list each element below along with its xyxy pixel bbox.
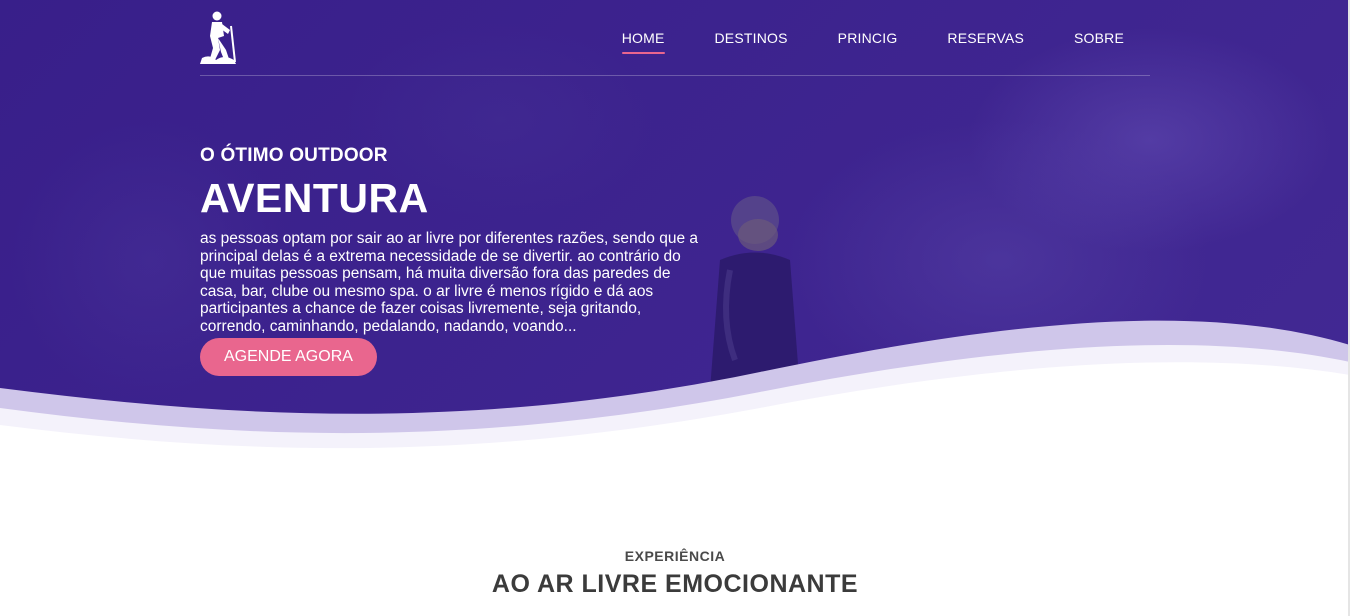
hero-title: AVENTURA <box>200 175 429 221</box>
main-nav: HOME DESTINOS PRINCIG RESERVAS SOBRE <box>621 30 1124 54</box>
nav-item-home[interactable]: HOME <box>621 30 665 54</box>
nav-item-reservas[interactable]: RESERVAS <box>947 30 1024 52</box>
top-navbar: HOME DESTINOS PRINCIG RESERVAS SOBRE <box>200 0 1150 76</box>
experience-section: EXPERIÊNCIA AO AR LIVRE EMOCIONANTE <box>0 548 1350 599</box>
section-eyebrow: EXPERIÊNCIA <box>624 548 726 564</box>
hero-subtitle: O ÓTIMO OUTDOOR <box>200 145 388 166</box>
book-now-button[interactable]: AGENDE AGORA <box>200 338 377 376</box>
nav-item-princig[interactable]: PRINCIG <box>838 30 898 52</box>
hero-content: O ÓTIMO OUTDOOR AVENTURA as pessoas opta… <box>200 145 710 376</box>
section-title: AO AR LIVRE EMOCIONANTE <box>491 570 859 598</box>
nav-item-sobre[interactable]: SOBRE <box>1074 30 1124 52</box>
hiker-logo-icon[interactable] <box>200 10 240 64</box>
hero-description: as pessoas optam por sair ao ar livre po… <box>200 230 698 335</box>
nav-item-destinos[interactable]: DESTINOS <box>715 30 788 52</box>
